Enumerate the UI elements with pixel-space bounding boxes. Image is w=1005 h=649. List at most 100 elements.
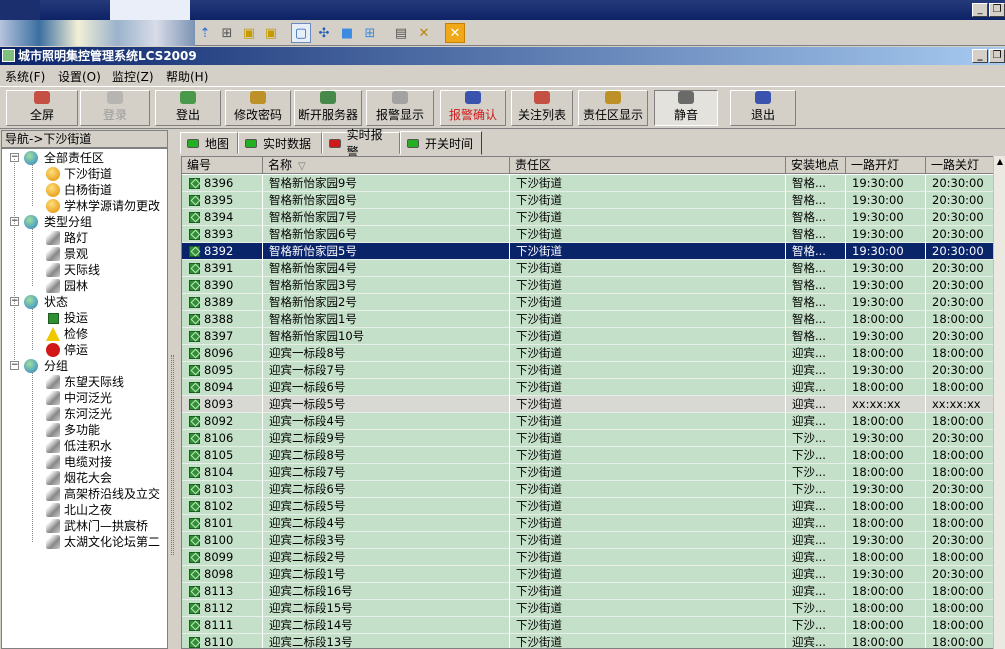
tree-node-item[interactable]: 白杨街道 [64, 182, 112, 198]
tree-node-group[interactable]: 类型分组 [44, 214, 92, 230]
table-row[interactable]: 8103 迎宾二标段6号 下沙街道 下沙... 19:30:00 20:30:00 [182, 481, 994, 498]
table-row[interactable]: 8105 迎宾二标段8号 下沙街道 下沙... 18:00:00 18:00:00 [182, 447, 994, 464]
network-icon[interactable]: ⊞ [217, 23, 237, 43]
vertical-scrollbar[interactable]: ▲ [993, 156, 1005, 649]
panel-splitter[interactable] [168, 130, 178, 649]
tree-node-item[interactable]: 学林学源请勿更改 [64, 198, 160, 214]
column-header[interactable]: 责任区 [510, 157, 786, 174]
tree-node-item[interactable]: 东河泛光 [64, 406, 112, 422]
table-row[interactable]: 8099 迎宾二标段2号 下沙街道 迎宾... 18:00:00 18:00:00 [182, 549, 994, 566]
window-icon[interactable]: ▢ [291, 23, 311, 43]
table-row[interactable]: 8113 迎宾二标段16号 下沙街道 迎宾... 18:00:00 18:00:00 [182, 583, 994, 600]
scroll-up-arrow-icon[interactable]: ▲ [995, 156, 1005, 168]
table-cell: 8099 [182, 549, 263, 566]
lock-icon[interactable]: ▣ [239, 23, 259, 43]
table-row[interactable]: 8393 智格新怡家园6号 下沙街道 智格... 19:30:00 20:30:00 [182, 226, 994, 243]
menu-system[interactable]: 系统(F) [5, 68, 45, 85]
app-restore-button[interactable]: ❐ [989, 49, 1005, 63]
toolbar-button-password[interactable]: 修改密码 [225, 90, 291, 126]
tab-switch-time[interactable]: 开关时间 [400, 131, 482, 155]
table-row[interactable]: 8101 迎宾二标段4号 下沙街道 迎宾... 18:00:00 18:00:00 [182, 515, 994, 532]
table-row[interactable]: 8396 智格新怡家园9号 下沙街道 智格... 19:30:00 20:30:00 [182, 175, 994, 192]
square-icon[interactable]: ■ [337, 23, 357, 43]
table-row[interactable]: 8112 迎宾二标段15号 下沙街道 下沙... 18:00:00 18:00:00 [182, 600, 994, 617]
table-row[interactable]: 8092 迎宾一标段4号 下沙街道 迎宾... 18:00:00 18:00:00 [182, 413, 994, 430]
table-row[interactable]: 8104 迎宾二标段7号 下沙街道 下沙... 18:00:00 18:00:00 [182, 464, 994, 481]
table-row[interactable]: 8389 智格新怡家园2号 下沙街道 智格... 19:30:00 20:30:00 [182, 294, 994, 311]
toolbar-button-logout[interactable]: 登出 [155, 90, 221, 126]
host-restore-button[interactable]: ❐ [989, 3, 1005, 17]
host-minimize-button[interactable]: _ [972, 3, 988, 17]
tree-node-item[interactable]: 园林 [64, 278, 88, 294]
tree-node-item[interactable]: 中河泛光 [64, 390, 112, 406]
table-row[interactable]: 8392 智格新怡家园5号 下沙街道 智格... 19:30:00 20:30:00 [182, 243, 994, 260]
toolbar-button-alarm-display[interactable]: 报警显示 [366, 90, 434, 126]
table-row[interactable]: 8395 智格新怡家园8号 下沙街道 智格... 19:30:00 20:30:00 [182, 192, 994, 209]
tab-map[interactable]: 地图 [180, 132, 238, 154]
column-header[interactable]: 安装地点 [786, 157, 846, 174]
table-row[interactable]: 8397 智格新怡家园10号 下沙街道 智格... 19:30:00 20:30:00 [182, 328, 994, 345]
tree-node-item[interactable]: 路灯 [64, 230, 88, 246]
display-icon[interactable]: ▤ [391, 23, 411, 43]
toolbar-button-login[interactable]: 登录 [80, 90, 150, 126]
column-header[interactable]: 名称 ▽ [263, 157, 510, 174]
table-cell: 迎宾二标段16号 [263, 583, 510, 600]
tree-node-item[interactable]: 低洼积水 [64, 438, 112, 454]
toolbar-button-mute[interactable]: 静音 [654, 90, 718, 126]
tree-node-item[interactable]: 太湖文化论坛第二 [64, 534, 160, 550]
table-cell: 8096 [182, 345, 263, 362]
tab-realtime-data[interactable]: 实时数据 [238, 132, 322, 154]
tree-node-group[interactable]: 分组 [44, 358, 68, 374]
close-x-icon[interactable]: ✕ [445, 23, 465, 43]
tree-node-item[interactable]: 北山之夜 [64, 502, 112, 518]
tree-node-item[interactable]: 景观 [64, 246, 88, 262]
tree-node-item[interactable]: 高架桥沿线及立交 [64, 486, 160, 502]
tab-realtime-alarm[interactable]: 实时报警 [322, 128, 400, 159]
tree-node-item[interactable]: 天际线 [64, 262, 100, 278]
tree-node-item[interactable]: 检修 [64, 326, 88, 342]
tree-node-item[interactable]: 停运 [64, 342, 88, 358]
tree-node-item[interactable]: 电缆对接 [64, 454, 112, 470]
tree-node-item[interactable]: 烟花大会 [64, 470, 112, 486]
tree-node-item[interactable]: 东望天际线 [64, 374, 124, 390]
toolbar-button-alarm-confirm[interactable]: 报警确认 [440, 90, 506, 126]
table-row[interactable]: 8391 智格新怡家园4号 下沙街道 智格... 19:30:00 20:30:00 [182, 260, 994, 277]
tree-node-item[interactable]: 下沙街道 [64, 166, 112, 182]
menu-monitor[interactable]: 监控(Z) [112, 68, 154, 85]
column-header[interactable]: 编号 [182, 157, 263, 174]
toolbar-button-watch-list[interactable]: 关注列表 [511, 90, 573, 126]
tree-node-group[interactable]: 状态 [44, 294, 68, 310]
column-header[interactable]: 一路开灯 [846, 157, 926, 174]
expand-icon[interactable]: ✣ [314, 23, 334, 43]
table-row[interactable]: 8093 迎宾一标段5号 下沙街道 迎宾... xx:xx:xx xx:xx:xx [182, 396, 994, 413]
menu-settings[interactable]: 设置(O) [58, 68, 101, 85]
app-minimize-button[interactable]: _ [972, 49, 988, 63]
table-row[interactable]: 8100 迎宾二标段3号 下沙街道 迎宾... 19:30:00 20:30:00 [182, 532, 994, 549]
table-row[interactable]: 8388 智格新怡家园1号 下沙街道 智格... 18:00:00 18:00:00 [182, 311, 994, 328]
column-header[interactable]: 一路关灯 [926, 157, 994, 174]
table-row[interactable]: 8094 迎宾一标段6号 下沙街道 迎宾... 18:00:00 18:00:00 [182, 379, 994, 396]
table-row[interactable]: 8098 迎宾二标段1号 下沙街道 迎宾... 19:30:00 20:30:00 [182, 566, 994, 583]
table-row[interactable]: 8106 迎宾二标段9号 下沙街道 下沙... 19:30:00 20:30:00 [182, 430, 994, 447]
table-row[interactable]: 8095 迎宾一标段7号 下沙街道 迎宾... 19:30:00 20:30:00 [182, 362, 994, 379]
upload-icon[interactable]: ⇡ [195, 23, 215, 43]
toolbar-button-zone-display[interactable]: 责任区显示 [578, 90, 648, 126]
table-row[interactable]: 8110 迎宾二标段13号 下沙街道 迎宾... 18:00:00 18:00:00 [182, 634, 994, 648]
tree-node-item[interactable]: 多功能 [64, 422, 100, 438]
tools-icon[interactable]: ✕ [414, 23, 434, 43]
menu-help[interactable]: 帮助(H) [166, 68, 208, 85]
table-row[interactable]: 8394 智格新怡家园7号 下沙街道 智格... 19:30:00 20:30:00 [182, 209, 994, 226]
toolbar-button-fullscreen[interactable]: 全屏 [6, 90, 78, 126]
tree-node-item[interactable]: 武林门—拱宸桥 [64, 518, 148, 534]
table-row[interactable]: 8102 迎宾二标段5号 下沙街道 迎宾... 18:00:00 18:00:00 [182, 498, 994, 515]
table-row[interactable]: 8390 智格新怡家园3号 下沙街道 智格... 19:30:00 20:30:00 [182, 277, 994, 294]
grid-icon[interactable]: ⊞ [360, 23, 380, 43]
table-row[interactable]: 8096 迎宾一标段8号 下沙街道 迎宾... 18:00:00 18:00:00 [182, 345, 994, 362]
unlock-icon[interactable]: ▣ [261, 23, 281, 43]
tree-collapse-toggle[interactable]: − [10, 361, 19, 370]
toolbar-button-exit[interactable]: 退出 [730, 90, 796, 126]
table-row[interactable]: 8111 迎宾二标段14号 下沙街道 下沙... 18:00:00 18:00:00 [182, 617, 994, 634]
tree-node-item[interactable]: 投运 [64, 310, 88, 326]
tree-node-group[interactable]: 全部责任区 [44, 150, 104, 166]
toolbar-button-disconnect-server[interactable]: 断开服务器 [294, 90, 362, 126]
